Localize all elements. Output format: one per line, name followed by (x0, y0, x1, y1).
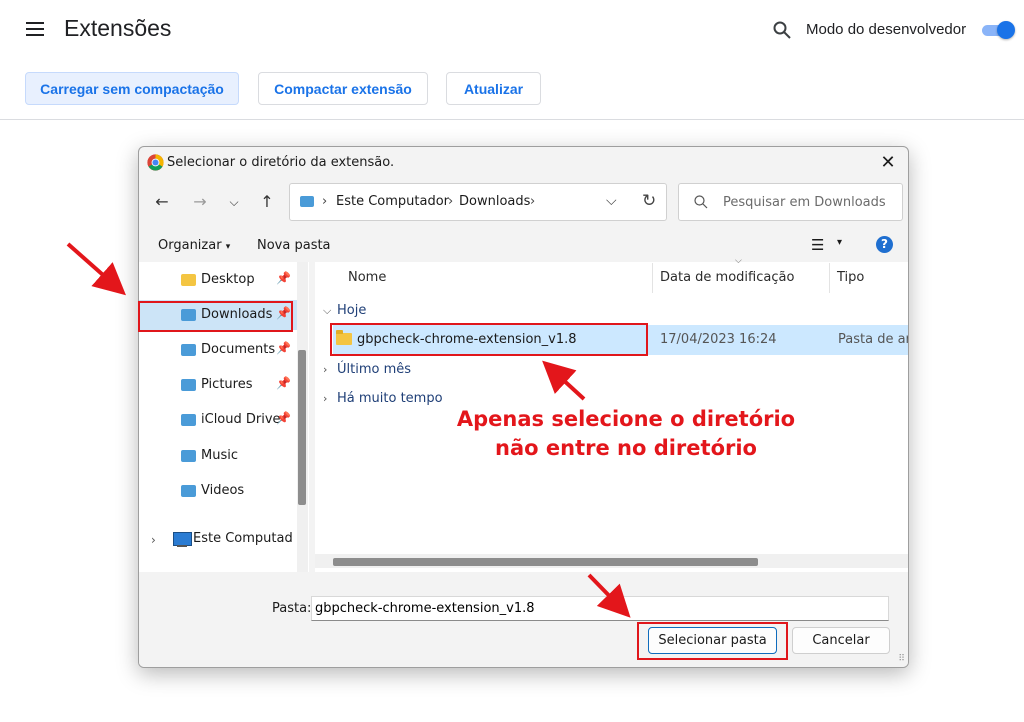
arrow-to-downloads (66, 242, 126, 296)
annotation-arrows (66, 242, 631, 618)
annotation-line-2: não entre no diretório (495, 436, 757, 460)
arrow-to-folder (542, 360, 586, 401)
arrow-to-select-button (587, 573, 631, 618)
annotation-line-1: Apenas selecione o diretório (456, 407, 796, 431)
annotation-text: Apenas selecione o diretório não entre n… (440, 405, 812, 463)
